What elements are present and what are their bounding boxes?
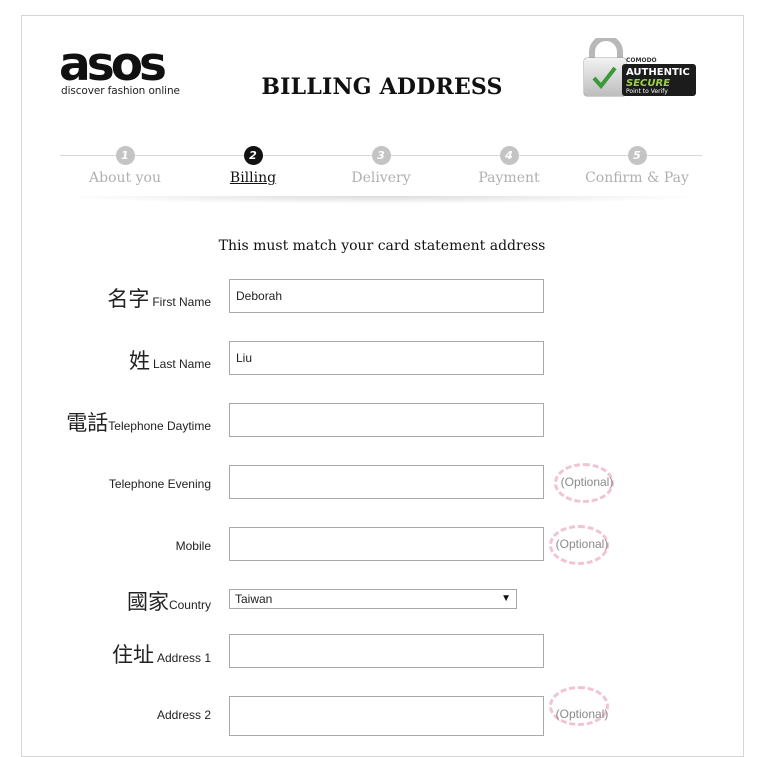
step-number: 3 xyxy=(371,146,391,165)
country-cjk-annotation: 國家 xyxy=(126,590,169,614)
step-billing[interactable]: 2 Billing xyxy=(193,146,313,186)
svg-text:AUTHENTIC: AUTHENTIC xyxy=(626,67,690,78)
step-label: Confirm & Pay xyxy=(585,170,689,186)
country-select[interactable]: Taiwan ▼ xyxy=(229,589,517,609)
step-number: 1 xyxy=(115,146,135,165)
step-label: About you xyxy=(89,170,161,186)
optional-marker: (Optional) xyxy=(547,525,613,567)
country-selected-value: Taiwan xyxy=(235,592,273,606)
first-name-field[interactable]: Deborah xyxy=(229,279,544,313)
first-name-cjk-annotation: 名字 xyxy=(107,287,150,311)
svg-text:COMODO: COMODO xyxy=(626,57,657,64)
address2-field[interactable] xyxy=(229,696,544,736)
telephone-evening-label: Telephone Evening xyxy=(108,477,211,491)
step-number: 4 xyxy=(499,146,519,165)
optional-marker: (Optional) xyxy=(552,463,618,505)
step-confirm-pay[interactable]: 5 Confirm & Pay xyxy=(577,146,697,186)
billing-note: This must match your card statement addr… xyxy=(218,238,546,254)
steps-shadow xyxy=(55,196,707,204)
padlock-icon xyxy=(583,38,627,97)
optional-hint: (Optional) xyxy=(560,475,614,489)
address1-label: 住址 Address 1 xyxy=(111,643,211,667)
optional-hint: (Optional) xyxy=(555,537,609,551)
last-name-cjk-annotation: 姓 xyxy=(128,349,150,373)
first-name-label: 名字 First Name xyxy=(107,287,211,311)
optional-hint: (Optional) xyxy=(555,707,609,721)
telephone-daytime-label: 電話Telephone Daytime xyxy=(66,411,211,435)
address-cjk-annotation: 住址 xyxy=(111,643,154,667)
telephone-evening-field[interactable] xyxy=(229,465,544,499)
step-number: 5 xyxy=(627,146,647,165)
address1-field[interactable] xyxy=(229,634,544,668)
step-label: Delivery xyxy=(351,170,411,186)
mobile-field[interactable] xyxy=(229,527,544,561)
address2-label: Address 2 xyxy=(156,708,211,722)
last-name-label: 姓 Last Name xyxy=(128,349,211,373)
dropdown-arrow-icon: ▼ xyxy=(501,593,511,604)
step-about-you[interactable]: 1 About you xyxy=(65,146,185,186)
telephone-cjk-annotation: 電話 xyxy=(66,411,109,435)
country-label: 國家Country xyxy=(126,590,211,614)
telephone-daytime-field[interactable] xyxy=(229,403,544,437)
svg-text:Point to Verify: Point to Verify xyxy=(626,88,668,95)
last-name-field[interactable]: Liu xyxy=(229,341,544,375)
mobile-label: Mobile xyxy=(175,539,211,553)
comodo-secure-badge[interactable]: COMODO AUTHENTIC SECURE Point to Verify xyxy=(582,38,702,118)
step-label: Billing xyxy=(229,170,277,186)
optional-marker: (Optional) xyxy=(547,686,613,728)
step-payment[interactable]: 4 Payment xyxy=(449,146,569,186)
step-number: 2 xyxy=(243,146,263,165)
step-delivery[interactable]: 3 Delivery xyxy=(321,146,441,186)
step-label: Payment xyxy=(478,170,540,186)
